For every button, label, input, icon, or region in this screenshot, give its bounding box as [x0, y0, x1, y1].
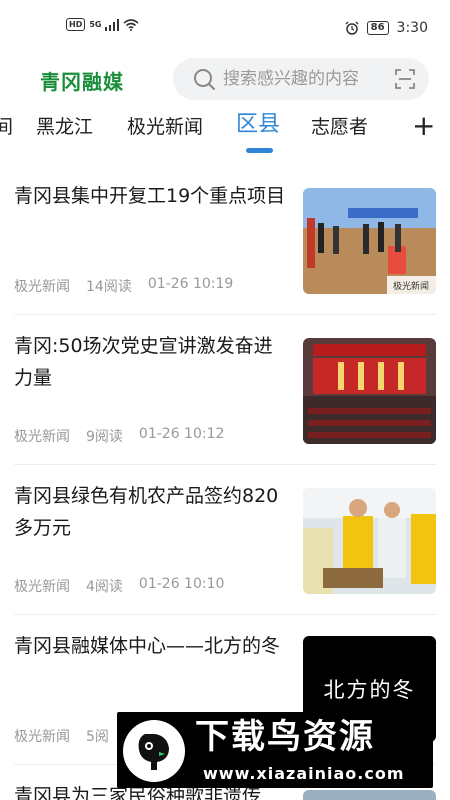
- news-reads: 5阅: [86, 729, 109, 745]
- news-title: 青冈县融媒体中心——北方的冬: [14, 635, 281, 657]
- wifi-icon: [123, 18, 140, 31]
- tab-heilongjiang[interactable]: 黑龙江: [36, 114, 93, 140]
- search-input[interactable]: 搜索感兴趣的内容: [173, 58, 429, 100]
- add-channel-button[interactable]: +: [412, 112, 435, 140]
- app-header: 青冈融媒 搜索感兴趣的内容: [0, 56, 450, 102]
- watermark-title: 下载鸟资源: [195, 717, 375, 757]
- news-source: 极光新闻: [14, 729, 70, 745]
- news-time: 01-26 10:10: [138, 576, 225, 592]
- auditorium-photo: [303, 338, 436, 444]
- news-thumbnail: [303, 488, 436, 594]
- hd-badge: HD: [66, 18, 86, 31]
- news-source: 极光新闻: [14, 579, 70, 595]
- alarm-icon: [345, 21, 359, 35]
- tab-district[interactable]: 区县: [236, 112, 280, 138]
- search-icon: [194, 69, 215, 90]
- news-thumbnail: 极光新闻: [303, 188, 436, 294]
- news-meta: 极光新闻 5阅: [14, 726, 109, 746]
- news-source: 极光新闻: [14, 429, 70, 445]
- news-meta: 极光新闻 14阅读 01-26 10:19: [14, 276, 233, 296]
- news-reads: 4阅读: [86, 579, 123, 595]
- active-tab-indicator: [246, 148, 273, 153]
- bird-logo-icon: [123, 720, 185, 782]
- search-placeholder: 搜索感兴趣的内容: [223, 69, 359, 89]
- news-reads: 9阅读: [86, 429, 123, 445]
- scan-icon[interactable]: [395, 69, 415, 89]
- news-title: 青冈:50场次党史宣讲激发奋进力量: [14, 335, 273, 389]
- news-meta: 极光新闻 4阅读 01-26 10:10: [14, 576, 224, 596]
- status-left: HD 5G: [66, 18, 140, 31]
- construction-photo: 极光新闻: [303, 188, 436, 294]
- app-logo: 青冈融媒: [40, 70, 124, 94]
- news-thumbnail: [303, 338, 436, 444]
- watermark-url: www.xiazainiao.com: [203, 764, 405, 783]
- channel-tabs: 间 黑龙江 极光新闻 区县 志愿者 +: [0, 104, 450, 154]
- divider: [14, 614, 436, 615]
- divider: [14, 464, 436, 465]
- news-title: 青冈县集中开复工19个重点项目: [14, 185, 286, 207]
- news-title: 青冈县绿色有机农产品签约820多万元: [14, 485, 279, 539]
- news-reads: 14阅读: [86, 279, 132, 295]
- list-item[interactable]: 青冈县集中开复工19个重点项目 极光新闻 14阅读 01-26 10:19 极光…: [0, 180, 450, 330]
- news-time: 01-26 10:19: [147, 276, 234, 292]
- news-source: 极光新闻: [14, 279, 70, 295]
- clock: 3:30: [396, 20, 428, 36]
- status-right: 86 3:30: [345, 20, 428, 36]
- signal-icon: [105, 18, 120, 31]
- status-bar: HD 5G 86 3:30: [0, 0, 450, 56]
- expo-photo: [303, 488, 436, 594]
- network-type: 5G: [89, 20, 102, 29]
- tab-volunteer[interactable]: 志愿者: [311, 114, 368, 140]
- news-thumbnail: [303, 790, 436, 800]
- news-time: 01-26 10:12: [138, 426, 225, 442]
- list-item[interactable]: 青冈县绿色有机农产品签约820多万元 极光新闻 4阅读 01-26 10:10: [0, 480, 450, 630]
- list-item[interactable]: 青冈:50场次党史宣讲激发奋进力量 极光新闻 9阅读 01-26 10:12: [0, 330, 450, 480]
- thumb-caption: 极光新闻: [393, 280, 429, 292]
- tab-partial[interactable]: 间: [0, 114, 13, 140]
- thumb-caption: 北方的冬: [323, 678, 416, 702]
- watermark-banner: 下载鸟资源 www.xiazainiao.com: [117, 712, 433, 788]
- news-meta: 极光新闻 9阅读 01-26 10:12: [14, 426, 224, 446]
- tab-jiguang-news[interactable]: 极光新闻: [127, 114, 203, 140]
- battery-indicator: 86: [366, 21, 389, 35]
- divider: [14, 314, 436, 315]
